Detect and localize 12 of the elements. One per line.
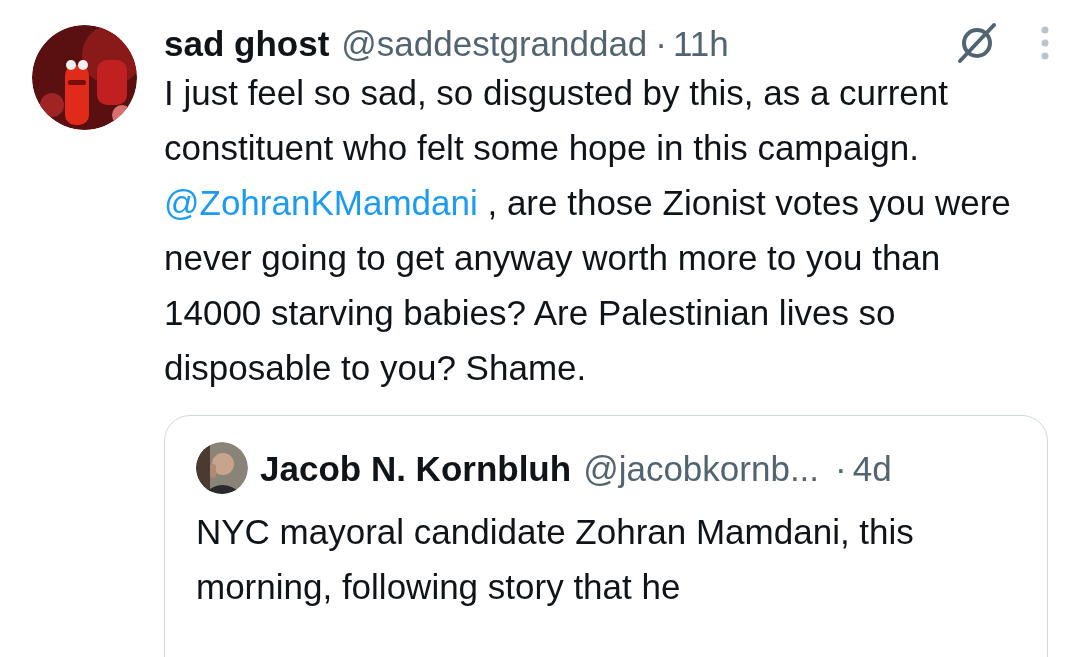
separator: · bbox=[655, 25, 667, 61]
user-handle[interactable]: @saddestgranddad bbox=[341, 25, 648, 61]
timestamp[interactable]: 4d bbox=[852, 450, 892, 486]
display-name[interactable]: Jacob N. Kornbluh bbox=[260, 450, 572, 486]
quoted-tweet-card[interactable]: Jacob N. Kornbluh @jacobkornb... · 4d NYC mayoral candidate Zohran Mamdani, this morning, following story that he bbox=[164, 415, 1048, 657]
quoted-tweet-text: NYC mayoral candidate Zohran Mamdani, this morning, following story that he bbox=[196, 511, 915, 608]
timestamp[interactable]: 11h bbox=[673, 25, 729, 61]
tweet-text: I just feel so sad, so disgusted by this, as a current constituent who felt some hope in this campaign. @ZohranKMamdani , are those Zionist votes you were never going to get anyway worth more to you than 14000 starving babies? Are Palestinian lives so disposable to you? Shame. bbox=[164, 72, 1012, 389]
user-handle[interactable]: @jacobkornb... bbox=[583, 450, 820, 486]
separator: · bbox=[835, 450, 847, 486]
display-name[interactable]: sad ghost bbox=[164, 25, 330, 61]
slashed-circle-icon[interactable] bbox=[956, 22, 998, 64]
